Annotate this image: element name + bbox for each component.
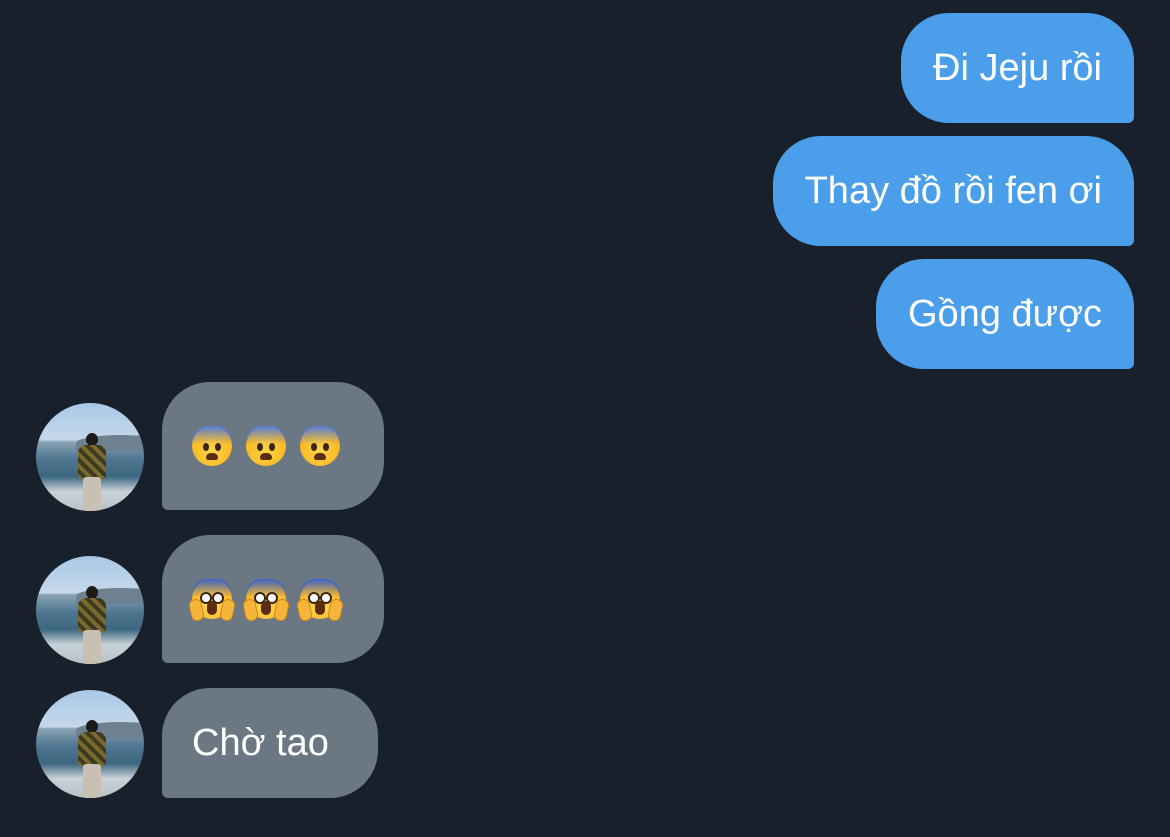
incoming-message-bubble[interactable]: [162, 535, 384, 663]
screaming-face-emoji: [295, 579, 345, 623]
sender-avatar[interactable]: [36, 403, 144, 511]
screaming-face-emoji: [241, 579, 291, 623]
anxious-face-emoji: [192, 426, 232, 466]
avatar-person: [76, 720, 106, 798]
sender-avatar[interactable]: [36, 556, 144, 664]
outgoing-message-bubble[interactable]: Thay đồ rồi fen ơi: [772, 136, 1134, 246]
screaming-face-emoji: [187, 579, 237, 623]
message-text: Chờ tao: [192, 722, 329, 764]
emoji-row: [192, 426, 340, 466]
avatar-person: [76, 586, 106, 664]
message-text: Gồng được: [907, 293, 1102, 335]
incoming-message-bubble[interactable]: Chờ tao: [162, 688, 378, 798]
anxious-face-emoji: [300, 426, 340, 466]
avatar-person: [76, 433, 106, 511]
outgoing-message-bubble[interactable]: Gồng được: [875, 259, 1134, 369]
message-text: Đi Jeju rồi: [933, 47, 1102, 89]
outgoing-message-bubble[interactable]: Đi Jeju rồi: [901, 13, 1134, 123]
emoji-row: [187, 579, 345, 623]
incoming-message-bubble[interactable]: [162, 382, 384, 510]
sender-avatar[interactable]: [36, 690, 144, 798]
message-text: Thay đồ rồi fen ơi: [804, 170, 1102, 212]
anxious-face-emoji: [246, 426, 286, 466]
